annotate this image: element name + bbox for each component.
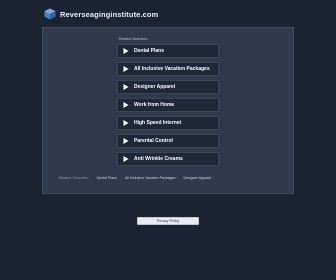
related-result-high-speed-internet[interactable]: High Speed Internet xyxy=(117,116,219,130)
arrow-right-icon xyxy=(123,84,129,90)
arrow-right-icon xyxy=(123,120,129,126)
bottom-link-designer-apparel[interactable]: Designer Apparel xyxy=(183,176,211,180)
result-label: High Speed Internet xyxy=(134,120,182,126)
related-result-work-from-home[interactable]: Work from Home xyxy=(117,98,219,112)
bottom-related-links: Related Searches: Dental Plans All Inclu… xyxy=(59,176,211,180)
arrow-right-icon xyxy=(123,156,129,162)
bottom-links-heading: Related Searches: xyxy=(59,176,89,180)
result-label: Work from Home xyxy=(134,102,175,108)
related-result-anti-wrinkle-creams[interactable]: Anti Wrinkle Creams xyxy=(117,152,219,166)
bottom-link-vacation-packages[interactable]: All Inclusive Vacation Packages xyxy=(125,176,175,180)
arrow-right-icon xyxy=(123,138,129,144)
related-result-parental-control[interactable]: Parental Control xyxy=(117,134,219,148)
related-results: Dental Plans All Inclusive Vacation Pack… xyxy=(117,44,219,170)
arrow-right-icon xyxy=(123,102,129,108)
related-result-vacation-packages[interactable]: All Inclusive Vacation Packages xyxy=(117,62,219,76)
cube-logo-icon xyxy=(44,8,56,20)
privacy-policy-button[interactable]: Privacy Policy xyxy=(137,217,199,225)
result-label: Parental Control xyxy=(134,138,173,144)
arrow-right-icon xyxy=(123,48,129,54)
result-label: All Inclusive Vacation Packages xyxy=(134,66,210,72)
main-panel: Related Searches: Dental Plans All Inclu… xyxy=(42,27,294,194)
bottom-link-dental-plans[interactable]: Dental Plans xyxy=(97,176,117,180)
related-searches-title: Related Searches: xyxy=(119,37,148,41)
result-label: Dental Plans xyxy=(134,48,165,54)
related-result-dental-plans[interactable]: Dental Plans xyxy=(117,44,219,58)
site-header: Reverseaginginstitute.com xyxy=(44,6,158,22)
arrow-right-icon xyxy=(123,66,129,72)
related-result-designer-apparel[interactable]: Designer Apparel xyxy=(117,80,219,94)
site-name[interactable]: Reverseaginginstitute.com xyxy=(60,10,158,19)
result-label: Anti Wrinkle Creams xyxy=(134,156,183,162)
result-label: Designer Apparel xyxy=(134,84,176,90)
